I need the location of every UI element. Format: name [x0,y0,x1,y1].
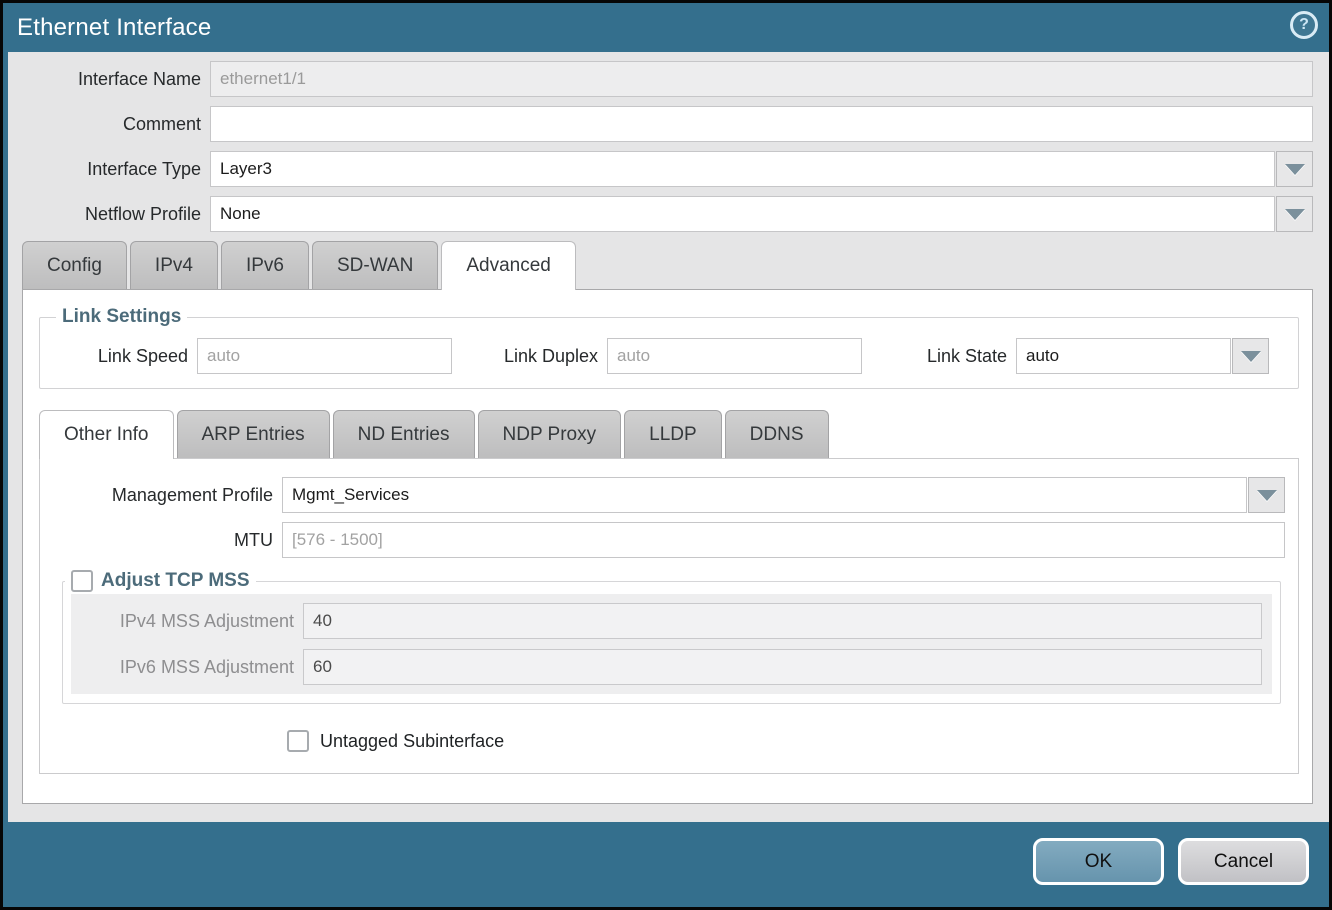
window-left-edge [3,52,8,822]
ipv6-mss-field [303,649,1262,685]
interface-name-field [210,61,1313,97]
ok-button[interactable]: OK [1033,838,1164,885]
tab-config[interactable]: Config [22,241,127,289]
comment-field[interactable] [210,106,1313,142]
dialog-title: Ethernet Interface [17,14,211,42]
cancel-button[interactable]: Cancel [1178,838,1309,885]
link-duplex-label: Link Duplex [497,346,607,367]
ipv4-mss-label: IPv4 MSS Adjustment [71,611,303,632]
sub-tab-bar: Other Info ARP Entries ND Entries NDP Pr… [39,410,1299,458]
tab-ndp-proxy[interactable]: NDP Proxy [478,410,622,458]
main-tab-bar: Config IPv4 IPv6 SD-WAN Advanced [22,241,1313,289]
netflow-profile-select[interactable] [210,196,1275,232]
adjust-tcp-mss-checkbox[interactable] [71,570,93,592]
link-settings-legend: Link Settings [56,306,187,328]
dialog-footer: OK Cancel [3,822,1329,907]
link-state-dropdown-button[interactable] [1232,338,1269,374]
management-profile-select[interactable] [282,477,1247,513]
chevron-down-icon [1285,209,1305,220]
link-settings-group: Link Settings Link Speed Link Duplex Lin… [39,306,1299,389]
interface-type-select[interactable] [210,151,1275,187]
chevron-down-icon [1285,164,1305,175]
ipv4-mss-field [303,603,1262,639]
tab-arp-entries[interactable]: ARP Entries [177,410,330,458]
ethernet-interface-dialog: Ethernet Interface ? Interface Name Comm… [0,0,1332,910]
link-state-label: Link State [924,346,1016,367]
mtu-row: MTU [52,522,1285,558]
tab-nd-entries[interactable]: ND Entries [333,410,475,458]
interface-name-label: Interface Name [22,69,210,90]
dialog-body: Interface Name Comment Interface Type Ne… [3,52,1329,822]
interface-type-row: Interface Type [22,151,1313,187]
tab-ipv6[interactable]: IPv6 [221,241,309,289]
dialog-titlebar: Ethernet Interface ? [3,3,1329,52]
adjust-tcp-mss-group: Adjust TCP MSS IPv4 MSS Adjustment IPv6 … [62,570,1281,704]
tab-ddns[interactable]: DDNS [725,410,829,458]
interface-type-label: Interface Type [22,159,210,180]
adjust-tcp-mss-legend: Adjust TCP MSS [101,570,250,592]
advanced-tab-panel: Link Settings Link Speed Link Duplex Lin… [22,289,1313,804]
other-info-panel: Management Profile MTU [39,458,1299,774]
comment-label: Comment [22,114,210,135]
untagged-subinterface-row: Untagged Subinterface [287,730,1285,752]
management-profile-label: Management Profile [52,485,282,506]
tab-advanced[interactable]: Advanced [441,241,576,290]
chevron-down-icon [1241,351,1261,362]
ipv4-mss-row: IPv4 MSS Adjustment [71,603,1262,639]
tab-other-info[interactable]: Other Info [39,410,174,459]
management-profile-dropdown-button[interactable] [1248,477,1285,513]
netflow-profile-row: Netflow Profile [22,196,1313,232]
netflow-profile-dropdown-button[interactable] [1276,196,1313,232]
link-speed-group: Link Speed [52,338,452,374]
link-speed-label: Link Speed [52,346,197,367]
tab-ipv4[interactable]: IPv4 [130,241,218,289]
help-icon[interactable]: ? [1290,11,1318,39]
chevron-down-icon [1257,490,1277,501]
link-duplex-group: Link Duplex [497,338,862,374]
netflow-profile-label: Netflow Profile [22,204,210,225]
link-state-select[interactable] [1016,338,1231,374]
interface-type-dropdown-button[interactable] [1276,151,1313,187]
mtu-label: MTU [52,530,282,551]
mss-fields-box: IPv4 MSS Adjustment IPv6 MSS Adjustment [71,594,1272,694]
untagged-subinterface-label: Untagged Subinterface [320,731,504,752]
help-icon-glyph: ? [1299,16,1309,34]
link-speed-field[interactable] [197,338,452,374]
ipv6-mss-row: IPv6 MSS Adjustment [71,649,1262,685]
untagged-subinterface-checkbox[interactable] [287,730,309,752]
comment-row: Comment [22,106,1313,142]
tab-lldp[interactable]: LLDP [624,410,722,458]
management-profile-row: Management Profile [52,477,1285,513]
interface-name-row: Interface Name [22,61,1313,97]
tab-sd-wan[interactable]: SD-WAN [312,241,438,289]
mtu-field[interactable] [282,522,1285,558]
link-state-group: Link State [924,338,1269,374]
ipv6-mss-label: IPv6 MSS Adjustment [71,657,303,678]
link-duplex-field[interactable] [607,338,862,374]
